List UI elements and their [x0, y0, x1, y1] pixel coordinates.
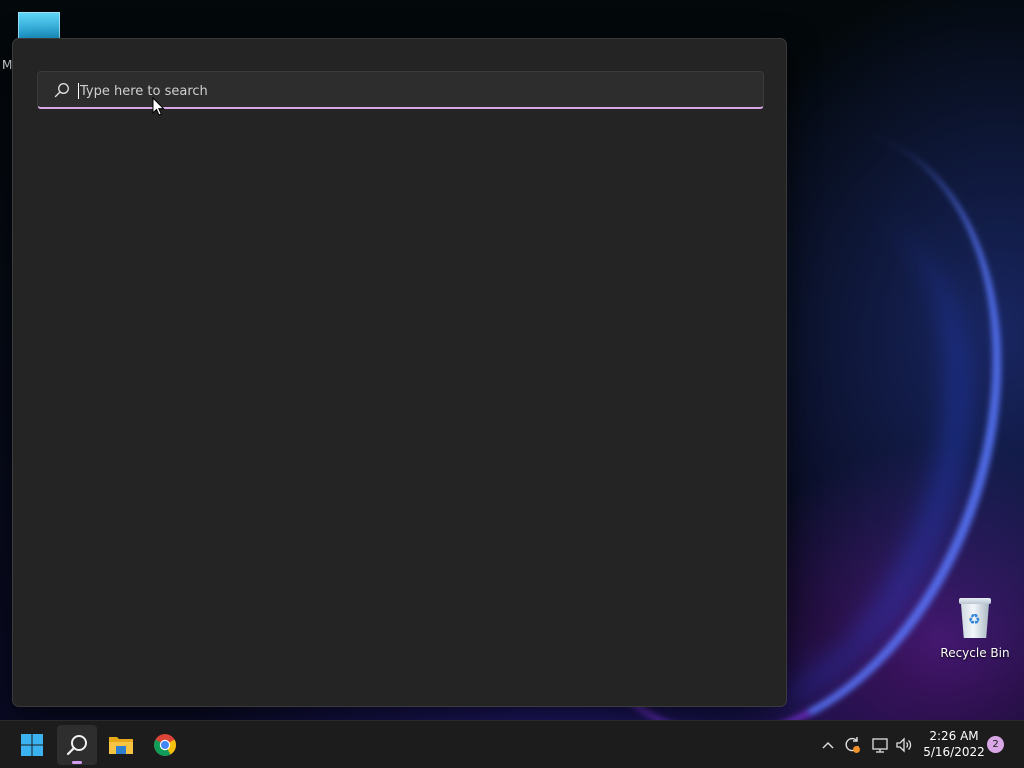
notification-badge[interactable]: 2 — [987, 736, 1004, 753]
search-panel — [12, 38, 787, 707]
volume-icon[interactable] — [894, 735, 914, 755]
update-icon[interactable] — [842, 735, 862, 755]
file-explorer-button[interactable] — [101, 725, 141, 765]
windows-logo-icon — [21, 734, 43, 756]
app-shortcut-icon[interactable] — [18, 12, 60, 40]
recycle-bin-icon: ♻ — [958, 596, 992, 638]
search-input[interactable] — [78, 77, 752, 105]
network-icon[interactable] — [870, 735, 890, 755]
recycle-bin-label: Recycle Bin — [940, 646, 1010, 660]
taskbar: 2:26 AM 5/16/2022 2 — [0, 720, 1024, 768]
text-caret — [78, 83, 79, 99]
search-box[interactable] — [37, 71, 764, 109]
clock-date: 5/16/2022 — [923, 745, 985, 759]
start-button[interactable] — [12, 725, 52, 765]
recycle-bin[interactable]: ♻ Recycle Bin — [940, 596, 1010, 660]
folder-icon — [109, 737, 133, 754]
search-icon — [66, 735, 87, 756]
chrome-button[interactable] — [145, 725, 185, 765]
clock-time: 2:26 AM — [929, 729, 979, 743]
taskbar-search-button[interactable] — [57, 725, 97, 765]
chevron-up-icon[interactable] — [818, 735, 838, 755]
mouse-cursor-icon — [152, 97, 165, 116]
system-clock[interactable]: 2:26 AM 5/16/2022 — [918, 728, 990, 760]
search-icon — [54, 83, 69, 98]
chrome-icon — [154, 734, 176, 756]
desktop-icon-label: M — [2, 58, 13, 72]
